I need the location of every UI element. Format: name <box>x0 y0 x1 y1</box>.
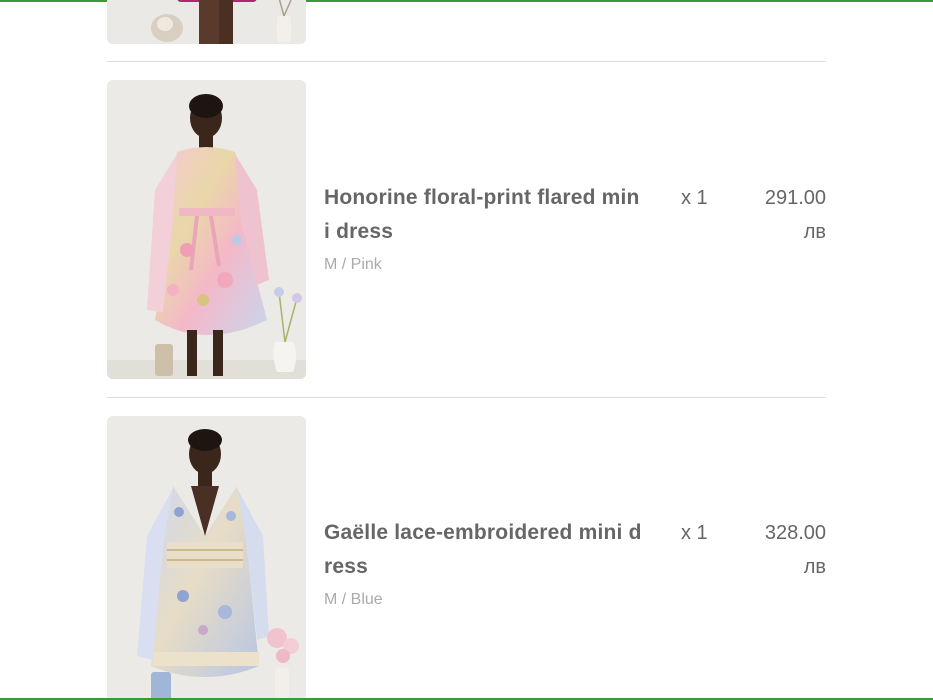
item-quantity: x 1 <box>681 522 708 544</box>
divider <box>107 397 826 398</box>
item-variant: M / Pink <box>324 256 382 273</box>
dress-photo-icon <box>107 416 306 700</box>
order-items-page: Honorine floral-print flared mini dress … <box>0 0 933 700</box>
dress-photo-icon <box>107 0 306 44</box>
item-price-amount: 291.00 <box>764 187 826 209</box>
item-price: 291.00 лв <box>706 181 826 249</box>
item-title[interactable]: Gaëlle lace-embroidered mini dress <box>324 516 644 584</box>
dress-photo-icon <box>107 80 306 379</box>
product-image-partial <box>107 0 306 44</box>
product-image-honorine[interactable] <box>107 80 306 379</box>
product-image-gaelle[interactable] <box>107 416 306 700</box>
item-title[interactable]: Honorine floral-print flared mini dress <box>324 181 644 249</box>
item-variant: M / Blue <box>324 591 383 608</box>
divider <box>107 61 826 62</box>
item-price: 328.00 лв <box>706 516 826 584</box>
item-price-currency: лв <box>803 221 826 243</box>
item-price-currency: лв <box>803 556 826 578</box>
item-price-amount: 328.00 <box>764 522 826 544</box>
item-quantity: x 1 <box>681 187 708 209</box>
